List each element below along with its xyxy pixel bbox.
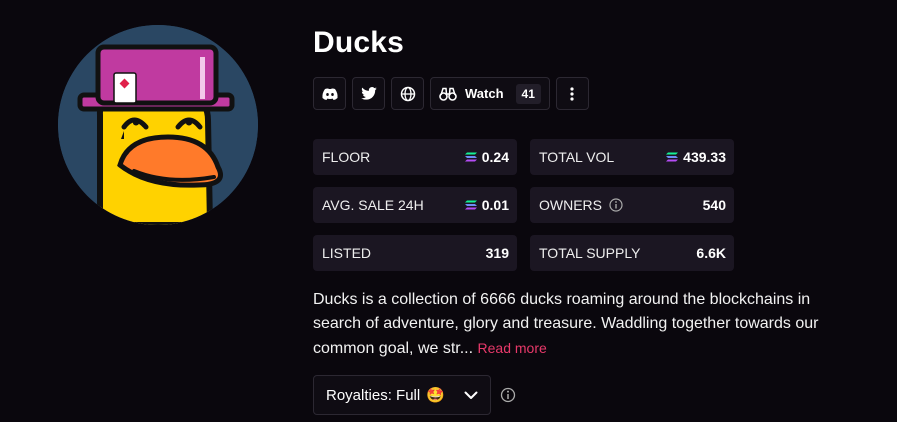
stat-floor-value-wrap: 0.24 <box>464 149 509 165</box>
collection-description: Ducks is a collection of 6666 ducks roam… <box>313 288 823 361</box>
solana-icon <box>666 152 679 162</box>
stat-avg-sale-value: 0.01 <box>481 197 509 213</box>
solana-icon <box>464 152 477 162</box>
discord-icon <box>321 88 338 100</box>
stat-total-supply-value: 6.6K <box>696 245 726 261</box>
binoculars-icon <box>439 87 457 101</box>
collection-title: Ducks <box>313 26 405 59</box>
stat-total-vol-label: TOTAL VOL <box>539 149 615 165</box>
royalties-dropdown[interactable]: Royalties: Full 🤩 <box>313 375 491 415</box>
stat-owners: OWNERS 540 <box>530 187 734 223</box>
stat-floor-label: FLOOR <box>322 149 371 165</box>
website-button[interactable] <box>391 77 424 110</box>
stat-floor: FLOOR 0.24 <box>313 139 517 175</box>
stat-listed-label: LISTED <box>322 245 372 261</box>
twitter-icon <box>360 87 377 100</box>
stat-total-supply-label: TOTAL SUPPLY <box>539 245 641 261</box>
chevron-down-icon <box>464 391 478 399</box>
stat-total-vol-value: 439.33 <box>683 149 726 165</box>
royalties-label: Royalties: Full <box>326 386 421 404</box>
info-icon[interactable] <box>609 198 623 212</box>
stat-avg-sale-label: AVG. SALE 24H <box>322 197 424 213</box>
duck-avatar-image <box>58 25 258 225</box>
stat-owners-value: 540 <box>702 197 726 213</box>
watch-label: Watch <box>465 86 504 101</box>
stat-owners-label: OWNERS <box>539 197 602 213</box>
read-more-link[interactable]: Read more <box>478 340 547 356</box>
twitter-button[interactable] <box>352 77 385 110</box>
royalties-info-icon[interactable] <box>500 387 516 403</box>
stat-avg-sale-value-wrap: 0.01 <box>464 197 509 213</box>
solana-icon <box>464 200 477 210</box>
watch-count-badge: 41 <box>515 83 541 104</box>
discord-button[interactable] <box>313 77 346 110</box>
social-actions: Watch 41 <box>313 77 589 110</box>
stat-listed: LISTED 319 <box>313 235 517 271</box>
watch-button[interactable]: Watch 41 <box>430 77 550 110</box>
more-vertical-icon <box>570 86 574 101</box>
royalties-emoji: 🤩 <box>426 387 445 404</box>
stat-owners-label-wrap: OWNERS <box>539 197 623 213</box>
stat-total-supply: TOTAL SUPPLY 6.6K <box>530 235 734 271</box>
more-options-button[interactable] <box>555 77 589 110</box>
stat-floor-value: 0.24 <box>481 149 509 165</box>
description-text: Ducks is a collection of 6666 ducks roam… <box>313 291 819 357</box>
stat-total-vol-value-wrap: 439.33 <box>666 149 726 165</box>
stat-listed-value: 319 <box>485 245 509 261</box>
stat-total-vol: TOTAL VOL 439.33 <box>530 139 734 175</box>
globe-icon <box>400 86 415 101</box>
collection-avatar <box>58 25 258 225</box>
stat-avg-sale: AVG. SALE 24H 0.01 <box>313 187 517 223</box>
